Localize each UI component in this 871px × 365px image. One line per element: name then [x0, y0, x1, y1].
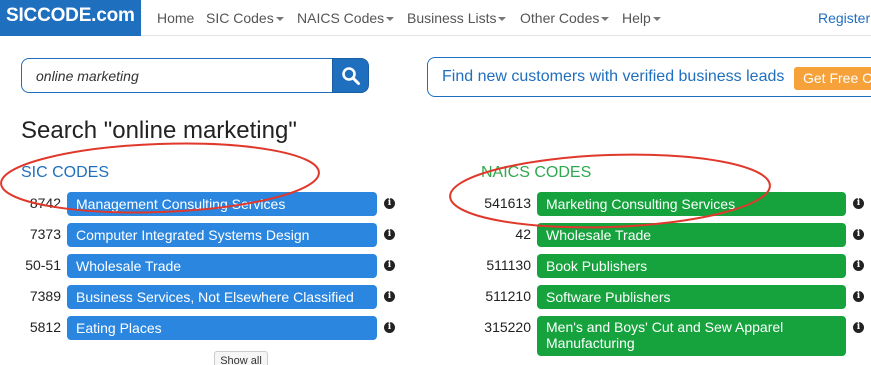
naics-code-number: 315220	[484, 319, 531, 335]
info-icon[interactable]: i	[384, 260, 395, 271]
nav-sic-codes-label: SIC Codes	[206, 10, 274, 26]
info-icon[interactable]: i	[384, 229, 395, 240]
sic-code-number: 50-51	[25, 257, 61, 273]
search-input[interactable]	[21, 58, 333, 93]
nav-home[interactable]: Home	[157, 0, 194, 36]
annotation-overlay	[0, 142, 771, 229]
naics-code-link[interactable]: Marketing Consulting Services	[537, 192, 846, 216]
sic-code-number: 5812	[29, 319, 61, 335]
sic-code-link[interactable]: Computer Integrated Systems Design	[67, 223, 377, 247]
sic-code-number: 7373	[29, 226, 61, 242]
sic-code-link[interactable]: Business Services, Not Elsewhere Classif…	[67, 285, 377, 309]
sic-code-number: 7389	[29, 288, 61, 304]
page-title: Search "online marketing"	[21, 117, 297, 144]
info-icon[interactable]: i	[853, 229, 864, 240]
nav-other-codes-label: Other Codes	[520, 10, 600, 26]
info-icon[interactable]: i	[853, 322, 864, 333]
sic-code-number: 8742	[29, 195, 61, 211]
nav-sic-codes[interactable]: SIC Codes	[206, 0, 284, 36]
naics-code-number: 511210	[485, 288, 531, 304]
promo-banner: Find new customers with verified busines…	[427, 57, 871, 97]
chevron-down-icon	[498, 17, 507, 22]
show-all-button[interactable]: Show all	[214, 351, 268, 365]
info-icon[interactable]: i	[384, 322, 395, 333]
search-form	[21, 58, 369, 93]
chevron-down-icon	[652, 17, 661, 22]
nav-business-lists-label: Business Lists	[407, 10, 497, 26]
naics-code-number: 42	[515, 226, 531, 242]
sic-codes-heading: SIC CODES	[21, 164, 110, 181]
sic-code-link[interactable]: Wholesale Trade	[67, 254, 377, 278]
nav-home-label: Home	[157, 10, 195, 26]
naics-code-link[interactable]: Software Publishers	[537, 285, 846, 309]
search-icon	[341, 66, 360, 85]
naics-code-link-line2: Manufacturing	[546, 335, 635, 351]
naics-code-link[interactable]: Wholesale Trade	[537, 223, 846, 247]
sic-code-link[interactable]: Management Consulting Services	[67, 192, 377, 216]
chevron-down-icon	[275, 17, 284, 22]
nav-other-codes[interactable]: Other Codes	[520, 0, 610, 36]
register-link[interactable]: Register	[818, 0, 870, 36]
info-icon[interactable]: i	[384, 291, 395, 302]
chevron-down-icon	[601, 17, 610, 22]
naics-code-link[interactable]: Book Publishers	[537, 254, 846, 278]
info-icon[interactable]: i	[853, 260, 864, 271]
nav-help-label: Help	[622, 10, 651, 26]
promo-text: Find new customers with verified busines…	[442, 68, 785, 85]
naics-code-number: 541613	[484, 195, 531, 211]
naics-code-link[interactable]: Men's and Boys' Cut and Sew Apparel Manu…	[537, 316, 846, 356]
chevron-down-icon	[386, 17, 395, 22]
naics-codes-heading: NAICS CODES	[481, 164, 592, 181]
info-icon[interactable]: i	[853, 291, 864, 302]
nav-help[interactable]: Help	[622, 0, 661, 36]
get-free-button[interactable]: Get Free C	[794, 67, 871, 90]
info-icon[interactable]: i	[384, 198, 395, 209]
top-navbar: SICCODE.com Home SIC Codes NAICS Codes B…	[0, 0, 871, 36]
info-icon[interactable]: i	[853, 198, 864, 209]
search-button[interactable]	[332, 58, 369, 93]
nav-naics-codes-label: NAICS Codes	[297, 10, 385, 26]
site-logo[interactable]: SICCODE.com	[0, 0, 141, 36]
naics-annotation-circle	[449, 153, 771, 229]
naics-code-link-line1: Men's and Boys' Cut and Sew Apparel	[546, 319, 784, 335]
naics-code-number: 511130	[486, 257, 531, 273]
nav-naics-codes[interactable]: NAICS Codes	[297, 0, 395, 36]
sic-code-link[interactable]: Eating Places	[67, 316, 377, 340]
nav-business-lists[interactable]: Business Lists	[407, 0, 507, 36]
